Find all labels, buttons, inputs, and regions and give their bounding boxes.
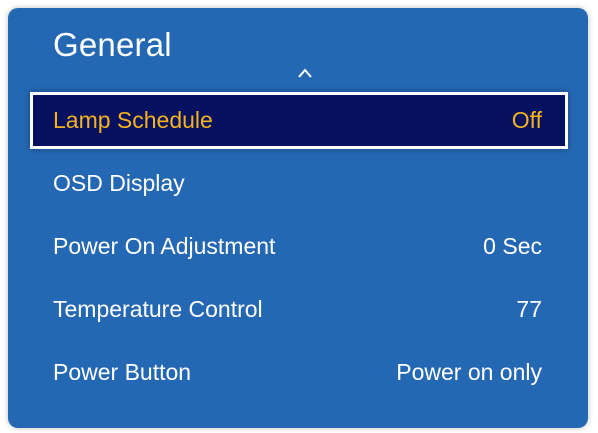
menu-item-value: Power on only	[396, 359, 542, 385]
menu-item-label: Lamp Schedule	[53, 107, 213, 133]
chevron-up-icon[interactable]	[298, 68, 312, 78]
menu-item-value: 0 Sec	[483, 233, 542, 259]
menu-item-osd-display[interactable]: OSD Display	[30, 155, 568, 212]
menu-list: Lamp Schedule Off OSD Display Power On A…	[30, 92, 568, 407]
menu-item-temperature-control[interactable]: Temperature Control 77	[30, 281, 568, 338]
menu-item-power-on-adjustment[interactable]: Power On Adjustment 0 Sec	[30, 218, 568, 275]
menu-item-label: Temperature Control	[53, 296, 263, 322]
menu-item-value: 77	[516, 296, 542, 322]
menu-item-label: OSD Display	[53, 170, 185, 196]
menu-item-value: Off	[511, 107, 542, 133]
menu-item-label: Power Button	[53, 359, 192, 385]
menu-item-label: Power On Adjustment	[53, 233, 276, 259]
general-menu-panel: General Lamp Schedule Off OSD Display Po…	[8, 8, 588, 428]
menu-item-lamp-schedule[interactable]: Lamp Schedule Off	[30, 92, 568, 149]
menu-item-power-button[interactable]: Power Button Power on only	[30, 344, 568, 401]
menu-title: General	[53, 26, 172, 63]
